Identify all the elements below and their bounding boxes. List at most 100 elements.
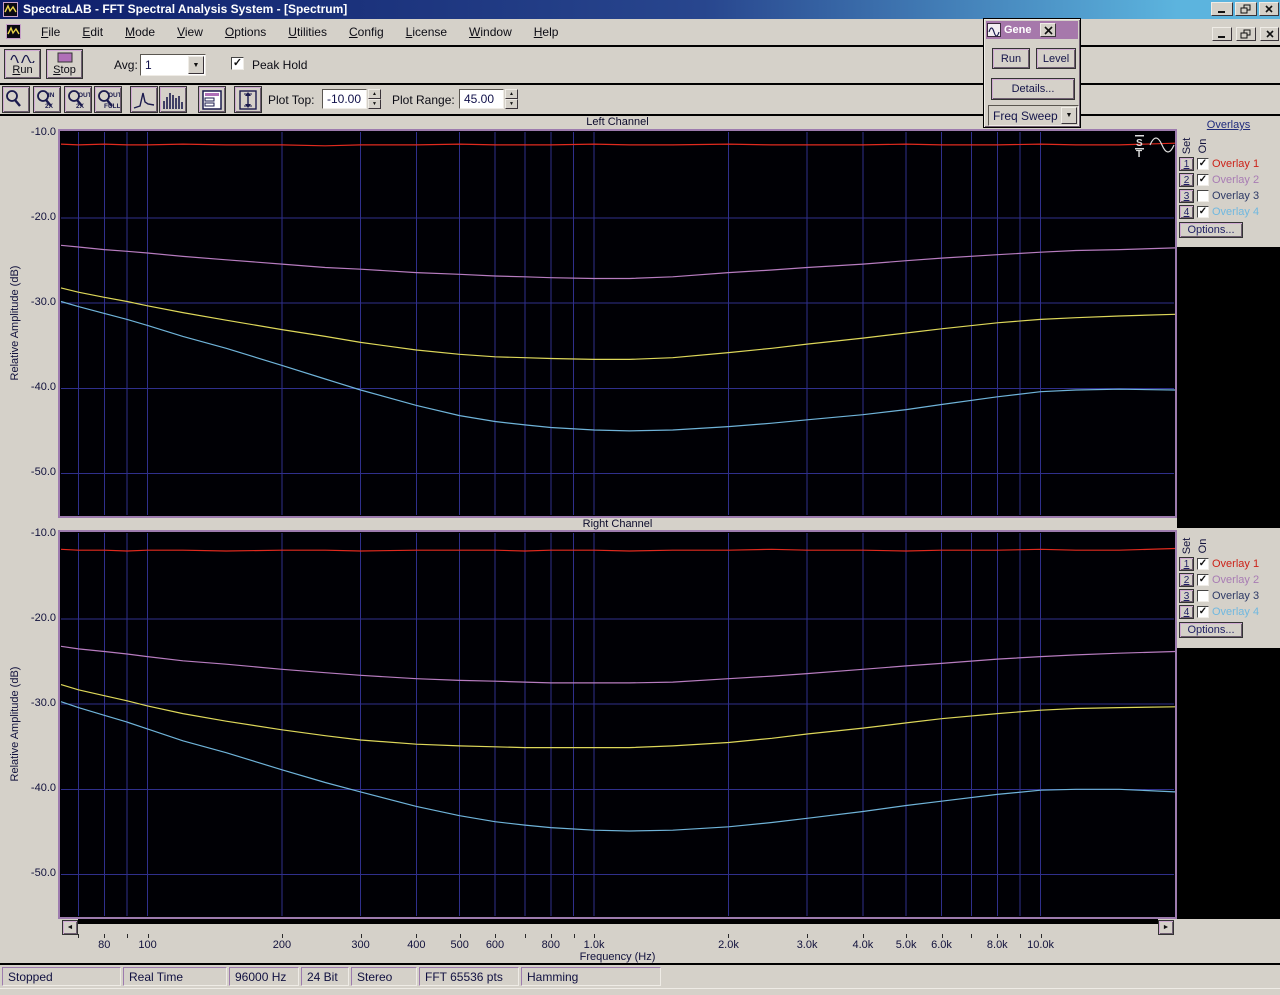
scroll-right-arrow-icon[interactable]: ► bbox=[1158, 920, 1174, 935]
zoom-in-2x-button[interactable]: IN 2X bbox=[33, 86, 61, 113]
x-tick-mark bbox=[104, 934, 106, 938]
status-panel-4: Stereo bbox=[351, 967, 417, 986]
overlay-1-set-button[interactable]: 1 bbox=[1179, 557, 1194, 571]
x-tick-mark bbox=[594, 934, 596, 938]
plot-frame bbox=[58, 530, 1177, 919]
zoom-tool-button[interactable] bbox=[2, 86, 30, 113]
x-tick-1.0k: 1.0k bbox=[583, 939, 605, 951]
overlay-2-label: Overlay 2 bbox=[1212, 174, 1260, 186]
overlays-options-button[interactable]: Options... bbox=[1179, 622, 1243, 638]
y-tick--10.0: -10.0 bbox=[30, 126, 56, 138]
generator-title-bar[interactable]: Gene bbox=[986, 21, 1078, 39]
x-tick-mark bbox=[360, 934, 362, 938]
overlay-4-on-checkbox[interactable]: ✓ bbox=[1197, 606, 1209, 618]
y-tick--50.0: -50.0 bbox=[30, 466, 56, 479]
overlay-1-on-checkbox[interactable]: ✓ bbox=[1197, 558, 1209, 570]
overlay-1-set-button[interactable]: 1 bbox=[1179, 157, 1194, 171]
chevron-down-icon[interactable]: ▼ bbox=[188, 56, 204, 74]
spectrum-curve-button[interactable] bbox=[130, 86, 158, 113]
overlay-row-1: 1 ✓ Overlay 1 bbox=[1179, 156, 1259, 172]
generator-details-button[interactable]: Details... bbox=[991, 78, 1075, 100]
menu-item-config[interactable]: Config bbox=[338, 21, 395, 43]
spectralab-window: SpectraLAB - FFT Spectral Analysis Syste… bbox=[0, 0, 1280, 995]
overlays-panel-right: Set On 1 ✓ Overlay 1 2 ✓ Overlay 2 3 Overlay 3 4 ✓ O… bbox=[1177, 528, 1280, 648]
plot-range-spinner[interactable]: ▲ ▼ bbox=[505, 89, 518, 109]
menu-item-window[interactable]: Window bbox=[458, 21, 523, 43]
overlay-2-on-checkbox[interactable]: ✓ bbox=[1197, 174, 1209, 186]
minimize-icon[interactable] bbox=[1211, 2, 1233, 16]
menu-item-options[interactable]: Options bbox=[214, 21, 277, 43]
generator-level-button[interactable]: Level bbox=[1036, 48, 1076, 69]
menu-item-utilities[interactable]: Utilities bbox=[277, 21, 338, 43]
overlay-4-on-checkbox[interactable]: ✓ bbox=[1197, 206, 1209, 218]
zoom-out-2x-button[interactable]: OUT 2X bbox=[64, 86, 92, 113]
menu-item-edit[interactable]: Edit bbox=[71, 21, 114, 43]
taskbar-edge bbox=[0, 988, 1280, 995]
overlay-3-label: Overlay 3 bbox=[1212, 190, 1260, 202]
y-tick--20.0: -20.0 bbox=[30, 612, 56, 625]
plot-top-spinner[interactable]: ▲ ▼ bbox=[368, 89, 381, 109]
plot-top-input[interactable]: -10.00 bbox=[322, 89, 367, 109]
x-tick-mark bbox=[281, 934, 283, 938]
document-restore-icon[interactable] bbox=[1236, 27, 1256, 41]
overlay-3-on-checkbox[interactable] bbox=[1197, 190, 1209, 202]
overlay-row-4: 4 ✓ Overlay 4 bbox=[1179, 204, 1259, 220]
generator-title: Gene bbox=[1004, 24, 1032, 36]
overlay-3-set-button[interactable]: 3 bbox=[1179, 189, 1194, 203]
overlay-2-set-button[interactable]: 2 bbox=[1179, 573, 1194, 587]
generator-close-icon[interactable] bbox=[1040, 23, 1056, 37]
run-button[interactable]: Run bbox=[4, 49, 41, 79]
bar-graph-button[interactable] bbox=[159, 86, 187, 113]
peak-hold-checkbox[interactable]: ✓ bbox=[231, 57, 244, 70]
close-icon[interactable] bbox=[1259, 2, 1279, 16]
plot-range-input[interactable]: 45.00 bbox=[459, 89, 504, 109]
zoom-out-full-button[interactable]: OUT FULL bbox=[94, 86, 122, 113]
x-tick-8.0k: 8.0k bbox=[986, 939, 1008, 951]
restore-icon[interactable] bbox=[1235, 2, 1257, 16]
document-minimize-icon[interactable] bbox=[1212, 27, 1232, 41]
left-channel-plot[interactable]: ST bbox=[58, 129, 1177, 518]
svg-text:FULL: FULL bbox=[104, 103, 120, 110]
menu-item-view[interactable]: View bbox=[166, 21, 214, 43]
overlay-row-1: 1 ✓ Overlay 1 bbox=[1179, 556, 1259, 572]
x-tick-mark bbox=[550, 934, 552, 938]
y-axis-label-right-channel: Relative Amplitude (dB) bbox=[9, 666, 21, 782]
avg-label: Avg: bbox=[114, 58, 138, 72]
freq-scrollbar-track[interactable] bbox=[78, 919, 1158, 935]
spectrum-client-area: Left Channel Right Channel Relative Ampl… bbox=[0, 116, 1280, 963]
overlay-4-set-button[interactable]: 4 bbox=[1179, 605, 1194, 619]
display-options-button[interactable] bbox=[198, 86, 226, 113]
menu-item-mode[interactable]: Mode bbox=[114, 21, 166, 43]
overlay-2-on-checkbox[interactable]: ✓ bbox=[1197, 574, 1209, 586]
status-panel-2: 96000 Hz bbox=[229, 967, 299, 986]
x-tick-80: 80 bbox=[98, 939, 111, 951]
overlay-3-on-checkbox[interactable] bbox=[1197, 590, 1209, 602]
right-channel-plot[interactable] bbox=[58, 530, 1177, 919]
y-tick--30.0: -30.0 bbox=[30, 697, 56, 710]
chevron-down-icon[interactable]: ▼ bbox=[1061, 107, 1077, 124]
amplitude-scale-button[interactable] bbox=[234, 86, 262, 113]
menu-item-file[interactable]: File bbox=[30, 21, 71, 43]
overlay-3-set-button[interactable]: 3 bbox=[1179, 589, 1194, 603]
overlay-2-set-button[interactable]: 2 bbox=[1179, 173, 1194, 187]
overlay-row-2: 2 ✓ Overlay 2 bbox=[1179, 172, 1259, 188]
zoom-scale-toolbar: IN 2X OUT 2X OUT FULL Plot Top: -10.00 ▲ ▼ P… bbox=[0, 85, 1280, 116]
stop-button[interactable]: Stop bbox=[46, 49, 83, 79]
generator-mode-dropdown[interactable]: Freq Sweep ▼ bbox=[988, 105, 1079, 126]
overlay-1-on-checkbox[interactable]: ✓ bbox=[1197, 158, 1209, 170]
generator-run-button[interactable]: Run bbox=[992, 48, 1030, 69]
spinner-up-icon: ▲ bbox=[505, 89, 518, 99]
overlays-options-button[interactable]: Options... bbox=[1179, 222, 1243, 238]
document-close-icon[interactable] bbox=[1260, 27, 1279, 41]
x-tick-mark bbox=[807, 934, 809, 938]
peak-hold-label: Peak Hold bbox=[252, 58, 308, 72]
x-tick-3.0k: 3.0k bbox=[796, 939, 818, 951]
overlay-4-set-button[interactable]: 4 bbox=[1179, 205, 1194, 219]
menu-item-help[interactable]: Help bbox=[523, 21, 570, 43]
generator-window: Gene Run Level Details... Freq Sweep ▼ bbox=[983, 18, 1081, 128]
overlay-row-3: 3 Overlay 3 bbox=[1179, 188, 1259, 204]
overlays-heading[interactable]: Overlays bbox=[1177, 116, 1280, 131]
scroll-left-arrow-icon[interactable]: ◄ bbox=[62, 920, 78, 935]
avg-dropdown[interactable]: 1 ▼ bbox=[140, 54, 206, 76]
menu-item-license[interactable]: License bbox=[395, 21, 458, 43]
